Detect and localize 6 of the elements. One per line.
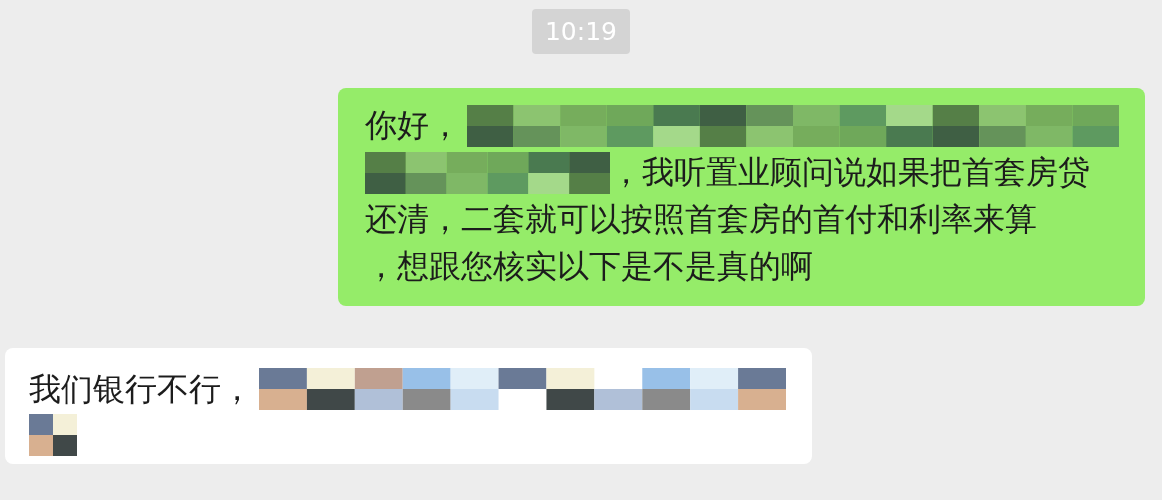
message-text: 你好， xyxy=(365,105,461,146)
mosaic-redaction xyxy=(29,414,77,456)
message-text: ，想跟您核实以下是不是真的啊 xyxy=(365,246,813,287)
message-text: ，我听置业顾问说如果把首套房贷 xyxy=(610,152,1090,193)
message-text: 还清，二套就可以按照首套房的首付和利率来算 xyxy=(365,199,1037,240)
message-text: 我们银行不行， xyxy=(29,369,253,410)
